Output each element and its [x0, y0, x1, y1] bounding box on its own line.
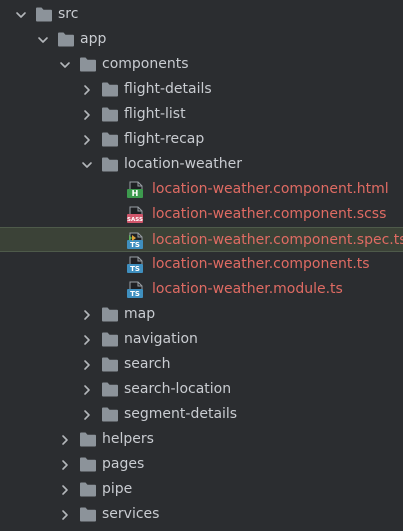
chevron-right-icon[interactable] — [59, 452, 71, 477]
tree-item-label: flight-list — [124, 106, 186, 122]
tree-file-row[interactable]: SASS location-weather.component.scss — [0, 202, 403, 227]
folder-icon — [57, 31, 75, 48]
tree-item-label: navigation — [124, 331, 198, 347]
tree-folder-row[interactable]: services — [0, 502, 403, 527]
html-file-icon: H — [127, 181, 145, 198]
sass-file-icon: SASS — [127, 206, 145, 223]
tree-item-label: location-weather.module.ts — [152, 281, 343, 297]
tree-folder-row[interactable]: flight-details — [0, 77, 403, 102]
tree-item-label: src — [58, 6, 79, 22]
folder-icon — [101, 106, 119, 123]
chevron-down-icon[interactable] — [37, 27, 49, 52]
folder-icon — [79, 456, 97, 473]
svg-text:TS: TS — [130, 290, 140, 298]
typescript-spec-file-icon: TS — [127, 232, 145, 249]
tree-item-label: flight-details — [124, 81, 212, 97]
svg-text:H: H — [132, 189, 139, 198]
tree-folder-row[interactable]: location-weather — [0, 152, 403, 177]
tree-file-row[interactable]: TS location-weather.module.ts — [0, 277, 403, 302]
tree-folder-row[interactable]: flight-recap — [0, 127, 403, 152]
tree-file-row[interactable]: TS location-weather.component.ts — [0, 252, 403, 277]
tree-folder-row[interactable]: helpers — [0, 427, 403, 452]
typescript-file-icon: TS — [127, 256, 145, 273]
svg-text:SASS: SASS — [127, 217, 143, 223]
folder-icon — [79, 56, 97, 73]
chevron-right-icon[interactable] — [59, 477, 71, 502]
folder-icon — [101, 381, 119, 398]
tree-item-label: helpers — [102, 431, 154, 447]
tree-item-label: search-location — [124, 381, 232, 397]
tree-folder-row[interactable]: navigation — [0, 327, 403, 352]
folder-icon — [79, 506, 97, 523]
chevron-right-icon[interactable] — [81, 102, 93, 127]
tree-folder-row[interactable]: segment-details — [0, 402, 403, 427]
tree-item-label: location-weather.component.scss — [152, 206, 387, 222]
chevron-right-icon[interactable] — [81, 402, 93, 427]
chevron-right-icon[interactable] — [81, 302, 93, 327]
tree-item-label: pages — [102, 456, 145, 472]
tree-item-label: map — [124, 306, 156, 322]
chevron-down-icon[interactable] — [81, 152, 93, 177]
folder-icon — [79, 481, 97, 498]
project-tree: src app components flight-details flight-lis… — [0, 0, 403, 531]
folder-icon — [101, 81, 119, 98]
folder-icon — [79, 431, 97, 448]
folder-icon — [101, 331, 119, 348]
folder-icon — [101, 406, 119, 423]
tree-item-label: location-weather.component.ts — [152, 256, 370, 272]
tree-folder-row[interactable]: pages — [0, 452, 403, 477]
tree-folder-row[interactable]: pipe — [0, 477, 403, 502]
chevron-right-icon[interactable] — [81, 77, 93, 102]
svg-text:TS: TS — [130, 241, 140, 249]
chevron-right-icon[interactable] — [81, 352, 93, 377]
tree-folder-row[interactable]: flight-list — [0, 102, 403, 127]
chevron-down-icon[interactable] — [59, 52, 71, 77]
folder-icon — [101, 306, 119, 323]
tree-item-label: location-weather.component.html — [152, 181, 389, 197]
svg-text:TS: TS — [130, 265, 140, 273]
tree-item-label: location-weather — [124, 156, 242, 172]
chevron-right-icon[interactable] — [59, 427, 71, 452]
tree-item-label: services — [102, 506, 160, 522]
tree-item-label: components — [102, 56, 189, 72]
folder-icon — [35, 6, 53, 23]
tree-folder-row[interactable]: src — [0, 2, 403, 27]
tree-file-row[interactable]: TS location-weather.component.spec.ts — [0, 227, 403, 252]
tree-folder-row[interactable]: components — [0, 52, 403, 77]
tree-folder-row[interactable]: app — [0, 27, 403, 52]
folder-icon — [101, 356, 119, 373]
tree-item-label: flight-recap — [124, 131, 205, 147]
tree-item-label: pipe — [102, 481, 133, 497]
tree-item-label: search — [124, 356, 171, 372]
chevron-right-icon[interactable] — [81, 327, 93, 352]
typescript-file-icon: TS — [127, 281, 145, 298]
chevron-right-icon[interactable] — [59, 502, 71, 527]
tree-item-label: segment-details — [124, 406, 238, 422]
chevron-right-icon[interactable] — [81, 377, 93, 402]
folder-icon — [101, 156, 119, 173]
chevron-down-icon[interactable] — [15, 2, 27, 27]
tree-folder-row[interactable]: search — [0, 352, 403, 377]
folder-icon — [101, 131, 119, 148]
tree-file-row[interactable]: Hlocation-weather.component.html — [0, 177, 403, 202]
tree-folder-row[interactable]: map — [0, 302, 403, 327]
tree-item-label: location-weather.component.spec.ts — [152, 232, 403, 248]
chevron-right-icon[interactable] — [81, 127, 93, 152]
tree-folder-row[interactable]: search-location — [0, 377, 403, 402]
tree-item-label: app — [80, 31, 107, 47]
